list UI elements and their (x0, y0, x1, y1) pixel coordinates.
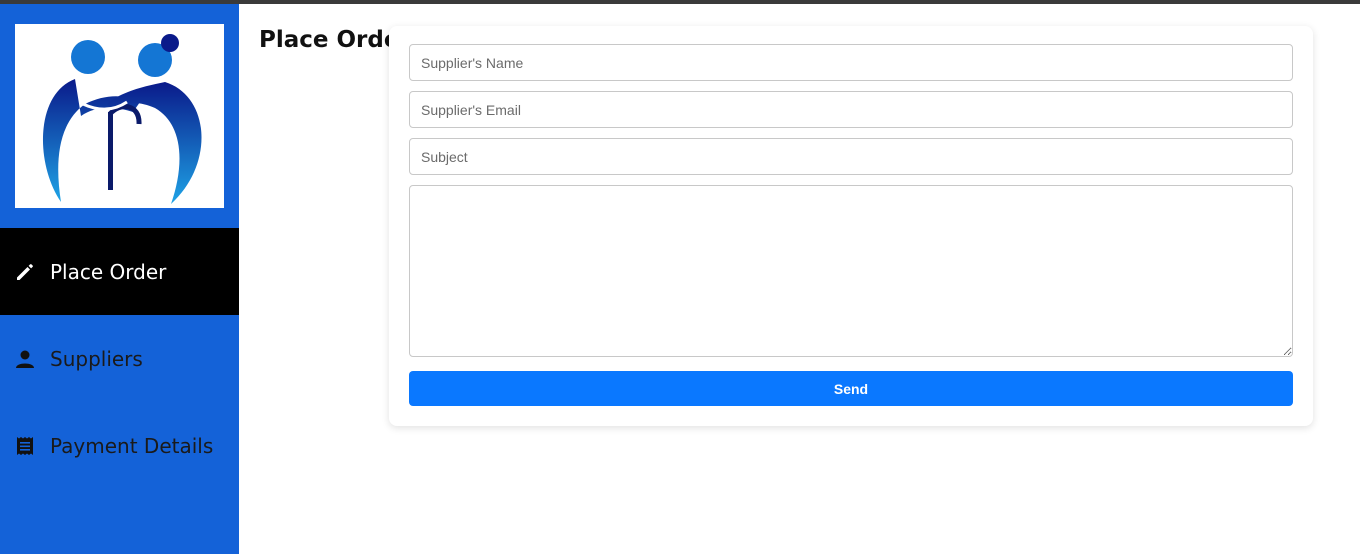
user-icon (14, 348, 36, 370)
supplier-email-input[interactable] (409, 91, 1293, 128)
sidebar-item-label: Place Order (50, 259, 167, 284)
elderly-care-logo-icon (42, 34, 202, 204)
place-order-form: Send (389, 26, 1313, 426)
send-button[interactable]: Send (409, 371, 1293, 406)
message-textarea[interactable] (409, 185, 1293, 357)
sidebar-item-label: Payment Details (50, 433, 214, 458)
sidebar-item-suppliers[interactable]: Suppliers (0, 315, 239, 402)
sidebar: Place Order Suppliers Payment Details (0, 4, 239, 554)
logo (15, 24, 224, 208)
subject-input[interactable] (409, 138, 1293, 175)
pencil-icon (14, 261, 36, 283)
receipt-icon (14, 435, 36, 457)
supplier-name-input[interactable] (409, 44, 1293, 81)
sidebar-item-place-order[interactable]: Place Order (0, 228, 239, 315)
sidebar-item-label: Suppliers (50, 346, 143, 371)
sidebar-item-payment-details[interactable]: Payment Details (0, 402, 239, 489)
